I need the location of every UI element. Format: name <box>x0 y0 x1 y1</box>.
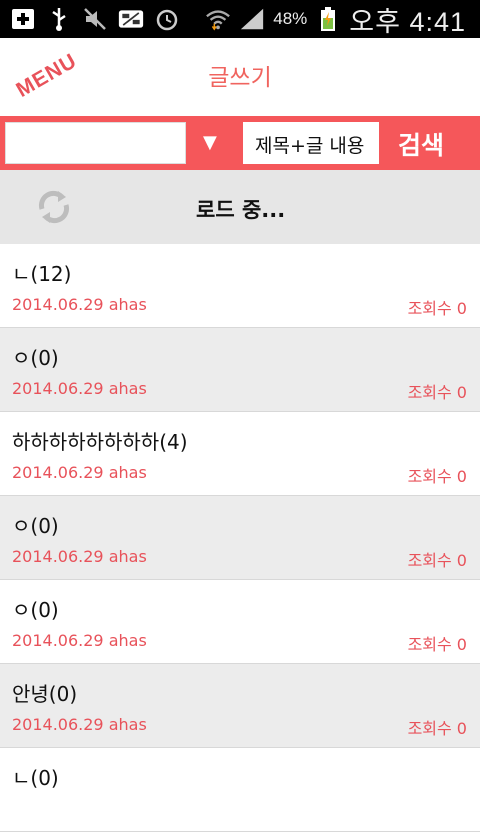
write-label: 글쓰기 <box>208 65 272 91</box>
list-item[interactable]: ㄴ(12) 2014.06.29 ahas 조회수 0 <box>0 244 480 328</box>
search-button[interactable]: 검색 <box>398 126 444 162</box>
refresh-icon[interactable] <box>34 187 74 227</box>
post-list: ㄴ(12) 2014.06.29 ahas 조회수 0 ㅇ(0) 2014.06… <box>0 244 480 832</box>
post-title: 안녕(0) <box>12 682 78 706</box>
post-title: ㅇ(0) <box>12 346 59 370</box>
write-post-button[interactable]: 글쓰기 <box>0 58 480 92</box>
alarm-icon <box>154 6 180 32</box>
post-title: 하하하하하하하하(4) <box>12 430 188 454</box>
search-bar: ▼ 제목+글 내용 검색 <box>0 116 480 170</box>
post-meta: 2014.06.29 ahas <box>12 631 147 650</box>
list-item[interactable]: 하하하하하하하하(4) 2014.06.29 ahas 조회수 0 <box>0 412 480 496</box>
post-views: 조회수 0 <box>407 467 467 486</box>
app-notification-icon <box>118 6 144 32</box>
post-meta: 2014.06.29 ahas <box>12 715 147 734</box>
list-item[interactable]: ㅇ(0) 2014.06.29 ahas 조회수 0 <box>0 496 480 580</box>
battery-icon <box>315 6 341 32</box>
post-title: ㅇ(0) <box>12 598 59 622</box>
post-views: 조회수 0 <box>407 551 467 570</box>
usb-icon <box>46 6 72 32</box>
battery-percentage: 48% <box>273 9 308 28</box>
list-item[interactable]: ㅇ(0) 2014.06.29 ahas 조회수 0 <box>0 328 480 412</box>
status-clock: 오후 4:41 <box>349 6 466 37</box>
search-filter-select[interactable]: 제목+글 내용 <box>243 122 379 164</box>
status-bar: 48% 오후 4:41 <box>0 0 480 38</box>
search-input[interactable] <box>5 122 186 164</box>
signal-icon <box>239 6 265 32</box>
post-views: 조회수 0 <box>407 719 467 738</box>
post-meta: 2014.06.29 ahas <box>12 547 147 566</box>
list-item[interactable]: ㄴ(0) <box>0 748 480 832</box>
wifi-icon <box>205 6 231 32</box>
post-views: 조회수 0 <box>407 299 467 318</box>
post-views: 조회수 0 <box>407 383 467 402</box>
post-meta: 2014.06.29 ahas <box>12 463 147 482</box>
mute-icon <box>82 6 108 32</box>
dropdown-arrow-icon[interactable]: ▼ <box>203 132 217 153</box>
list-item[interactable]: 안녕(0) 2014.06.29 ahas 조회수 0 <box>0 664 480 748</box>
add-icon <box>10 6 36 32</box>
post-title: ㄴ(0) <box>12 766 59 790</box>
post-meta: 2014.06.29 ahas <box>12 379 147 398</box>
post-title: ㄴ(12) <box>12 262 72 286</box>
post-title: ㅇ(0) <box>12 514 59 538</box>
post-meta: 2014.06.29 ahas <box>12 295 147 314</box>
list-item[interactable]: ㅇ(0) 2014.06.29 ahas 조회수 0 <box>0 580 480 664</box>
post-views: 조회수 0 <box>407 635 467 654</box>
loading-text: 로드 중... <box>196 198 286 222</box>
